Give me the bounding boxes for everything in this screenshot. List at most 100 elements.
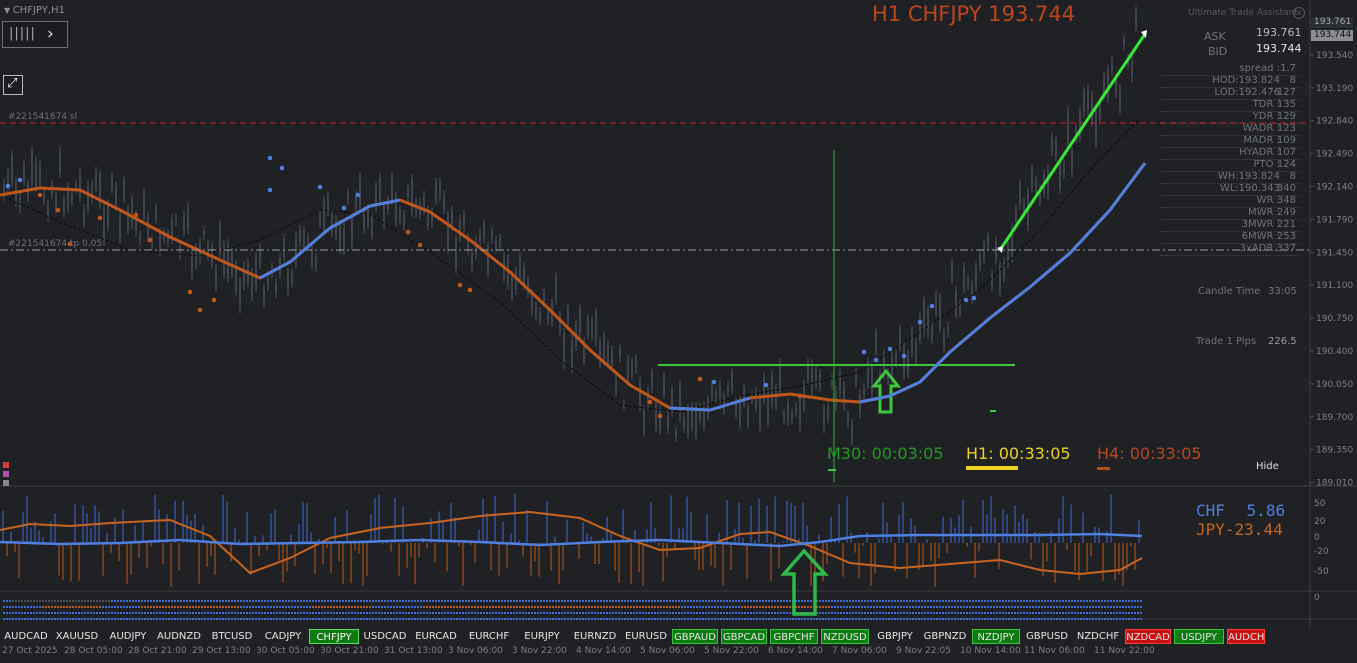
time-axis-label: 30 Oct 05:00 [256,646,315,656]
jpy-strength: JPY-23.44 [1196,520,1283,539]
chart-tabs-toggle-button[interactable]: ||||| › [2,21,68,48]
price-axis-label: 191.790 [1316,215,1353,225]
symbol-tab-nzdusd[interactable]: NZDUSD [821,629,869,644]
bars-icon: ||||| [9,26,36,41]
stat-value: 107 [1276,147,1296,158]
time-axis-label: 11 Nov 06:00 [1024,646,1085,656]
symbol-tab-btcusd[interactable]: BTCUSD [207,629,257,644]
time-axis-label: 5 Nov 22:00 [704,646,759,656]
indicator-axis-label: 20 [1314,517,1326,527]
symbol-tab-gbpchf[interactable]: GBPCHF [770,629,818,644]
symbol-tab-gbpcad[interactable]: GBPCAD [721,629,767,644]
time-axis-label: 28 Oct 05:00 [64,646,123,656]
price-axis-label: 190.400 [1316,347,1353,357]
indicator-axis-label: 0 [1314,593,1320,603]
price-axis-label: 192.840 [1316,117,1353,127]
expand-arrows-icon: ⤢ [7,76,18,91]
symbol-tab-gbpusd[interactable]: GBPUSD [1023,629,1071,644]
stat-value: 221 [1276,219,1296,230]
symbol-tab-audch[interactable]: AUDCH [1227,629,1265,644]
trade-pips-value: 226.5 [1268,336,1297,347]
bid-value: 193.744 [1256,42,1302,55]
stat-value: 129 [1276,111,1296,122]
stat-value: 8 [1289,171,1296,182]
symbol-tab-eurnzd[interactable]: EURNZD [570,629,620,644]
symbol-tab-usdcad[interactable]: USDCAD [362,629,408,644]
symbol-tab-eurusd[interactable]: EURUSD [623,629,669,644]
time-axis-label: 7 Nov 06:00 [832,646,887,656]
indicator-axis-label: -20 [1314,547,1329,557]
price-axis-label: 193.190 [1316,84,1353,94]
stat-value: 123 [1276,123,1296,134]
expand-button[interactable]: ⤢ [3,75,23,95]
chevron-right-icon: › [47,24,54,44]
symbol-tab-nzdcad[interactable]: NZDCAD [1125,629,1171,644]
symbol-tab-eurcad[interactable]: EURCAD [411,629,461,644]
symbol-tab-gbpjpy[interactable]: GBPJPY [872,629,918,644]
ask-price-tag: 193.761 [1314,17,1352,27]
color-swatch-gray [3,480,9,486]
stat-value: 135 [1276,99,1296,110]
stat-value: 249 [1276,207,1296,218]
h4-timer-bar [1097,467,1110,470]
symbol-tab-audcad[interactable]: AUDCAD [3,629,49,644]
symbol-tab-nzdjpy[interactable]: NZDJPY [972,629,1020,644]
price-axis-label: 191.450 [1316,248,1353,258]
price-axis-label: 190.750 [1316,314,1353,324]
symbol-tab-chfjpy[interactable]: CHFJPY [309,629,359,644]
currency-strength-indicator[interactable]: 50 20 0 -20 -50 0 [0,488,1357,628]
stat-value: 127 [1276,87,1296,98]
chf-strength: CHF 5.86 [1196,501,1286,520]
time-axis-label: 10 Nov 14:00 [960,646,1021,656]
time-axis-label: 6 Nov 14:00 [768,646,823,656]
time-axis-label: 5 Nov 06:00 [640,646,695,656]
time-axis-label: 3 Nov 22:00 [512,646,567,656]
close-icon[interactable]: × [1293,7,1305,19]
indicator-axis-label: 0 [1314,533,1320,543]
m30-timer: M30: 00:03:05 [827,444,944,463]
indicator-axis-label: -50 [1314,567,1329,577]
hide-button[interactable]: Hide [1256,461,1279,472]
dropdown-triangle-icon[interactable]: ▼ [4,6,13,15]
time-axis-label: 28 Oct 21:00 [128,646,187,656]
symbol-tab-gbpaud[interactable]: GBPAUD [672,629,718,644]
stat-value: 337 [1276,243,1296,254]
symbol-tab-eurjpy[interactable]: EURJPY [517,629,567,644]
price-axis-label: 190.050 [1316,380,1353,390]
price-axis-label: 189.010 [1316,479,1353,487]
price-axis-label: 189.350 [1316,446,1353,456]
symbol-tab-nzdchf[interactable]: NZDCHF [1074,629,1122,644]
price-axis-label: 192.490 [1316,150,1353,160]
take-profit-label: #221541674 tp 0.05 [8,239,103,249]
time-axis-label: 27 Oct 2025 [2,646,58,656]
stop-loss-label: #221541674 sl [8,112,78,122]
price-axis: 193.820193.540193.190192.840192.490192.1… [1310,18,1353,487]
h1-timer-bar [966,466,1018,470]
candle-time-label: Candle Time [1198,286,1261,297]
candle-time-value: 33:05 [1268,286,1297,297]
time-axis-label: 4 Nov 14:00 [576,646,631,656]
price-axis-label: 193.540 [1316,51,1353,61]
symbol-tab-audnzd[interactable]: AUDNZD [154,629,204,644]
color-swatch-purple [3,471,9,477]
color-swatch-red [3,462,9,468]
stat-value: 109 [1276,135,1296,146]
price-axis-label: 192.140 [1316,183,1353,193]
main-price-chart[interactable]: 193.820193.540193.190192.840192.490192.1… [0,0,1357,487]
bid-label: BID [1208,45,1228,58]
symbol-tab-eurchf[interactable]: EURCHF [464,629,514,644]
symbol-tab-audjpy[interactable]: AUDJPY [105,629,151,644]
time-axis-label: 9 Nov 22:05 [896,646,951,656]
quote-title: H1 CHFJPY 193.744 [872,2,1076,26]
stat-value: 8 [1289,75,1296,86]
symbol-tab-xauusd[interactable]: XAUUSD [52,629,102,644]
symbol-tab-gbpnzd[interactable]: GBPNZD [921,629,969,644]
symbol-tab-cadjpy[interactable]: CADJPY [260,629,306,644]
indicator-axis-label: 50 [1314,499,1326,509]
symbol-tab-usdjpy[interactable]: USDJPY [1174,629,1224,644]
panel-title: Ultimate Trade Assistant [1188,8,1298,18]
time-axis-label: 30 Oct 21:00 [320,646,379,656]
h4-timer: H4: 00:33:05 [1097,444,1202,463]
stat-value: 253 [1276,231,1296,242]
price-axis-label: 189.700 [1316,413,1353,423]
